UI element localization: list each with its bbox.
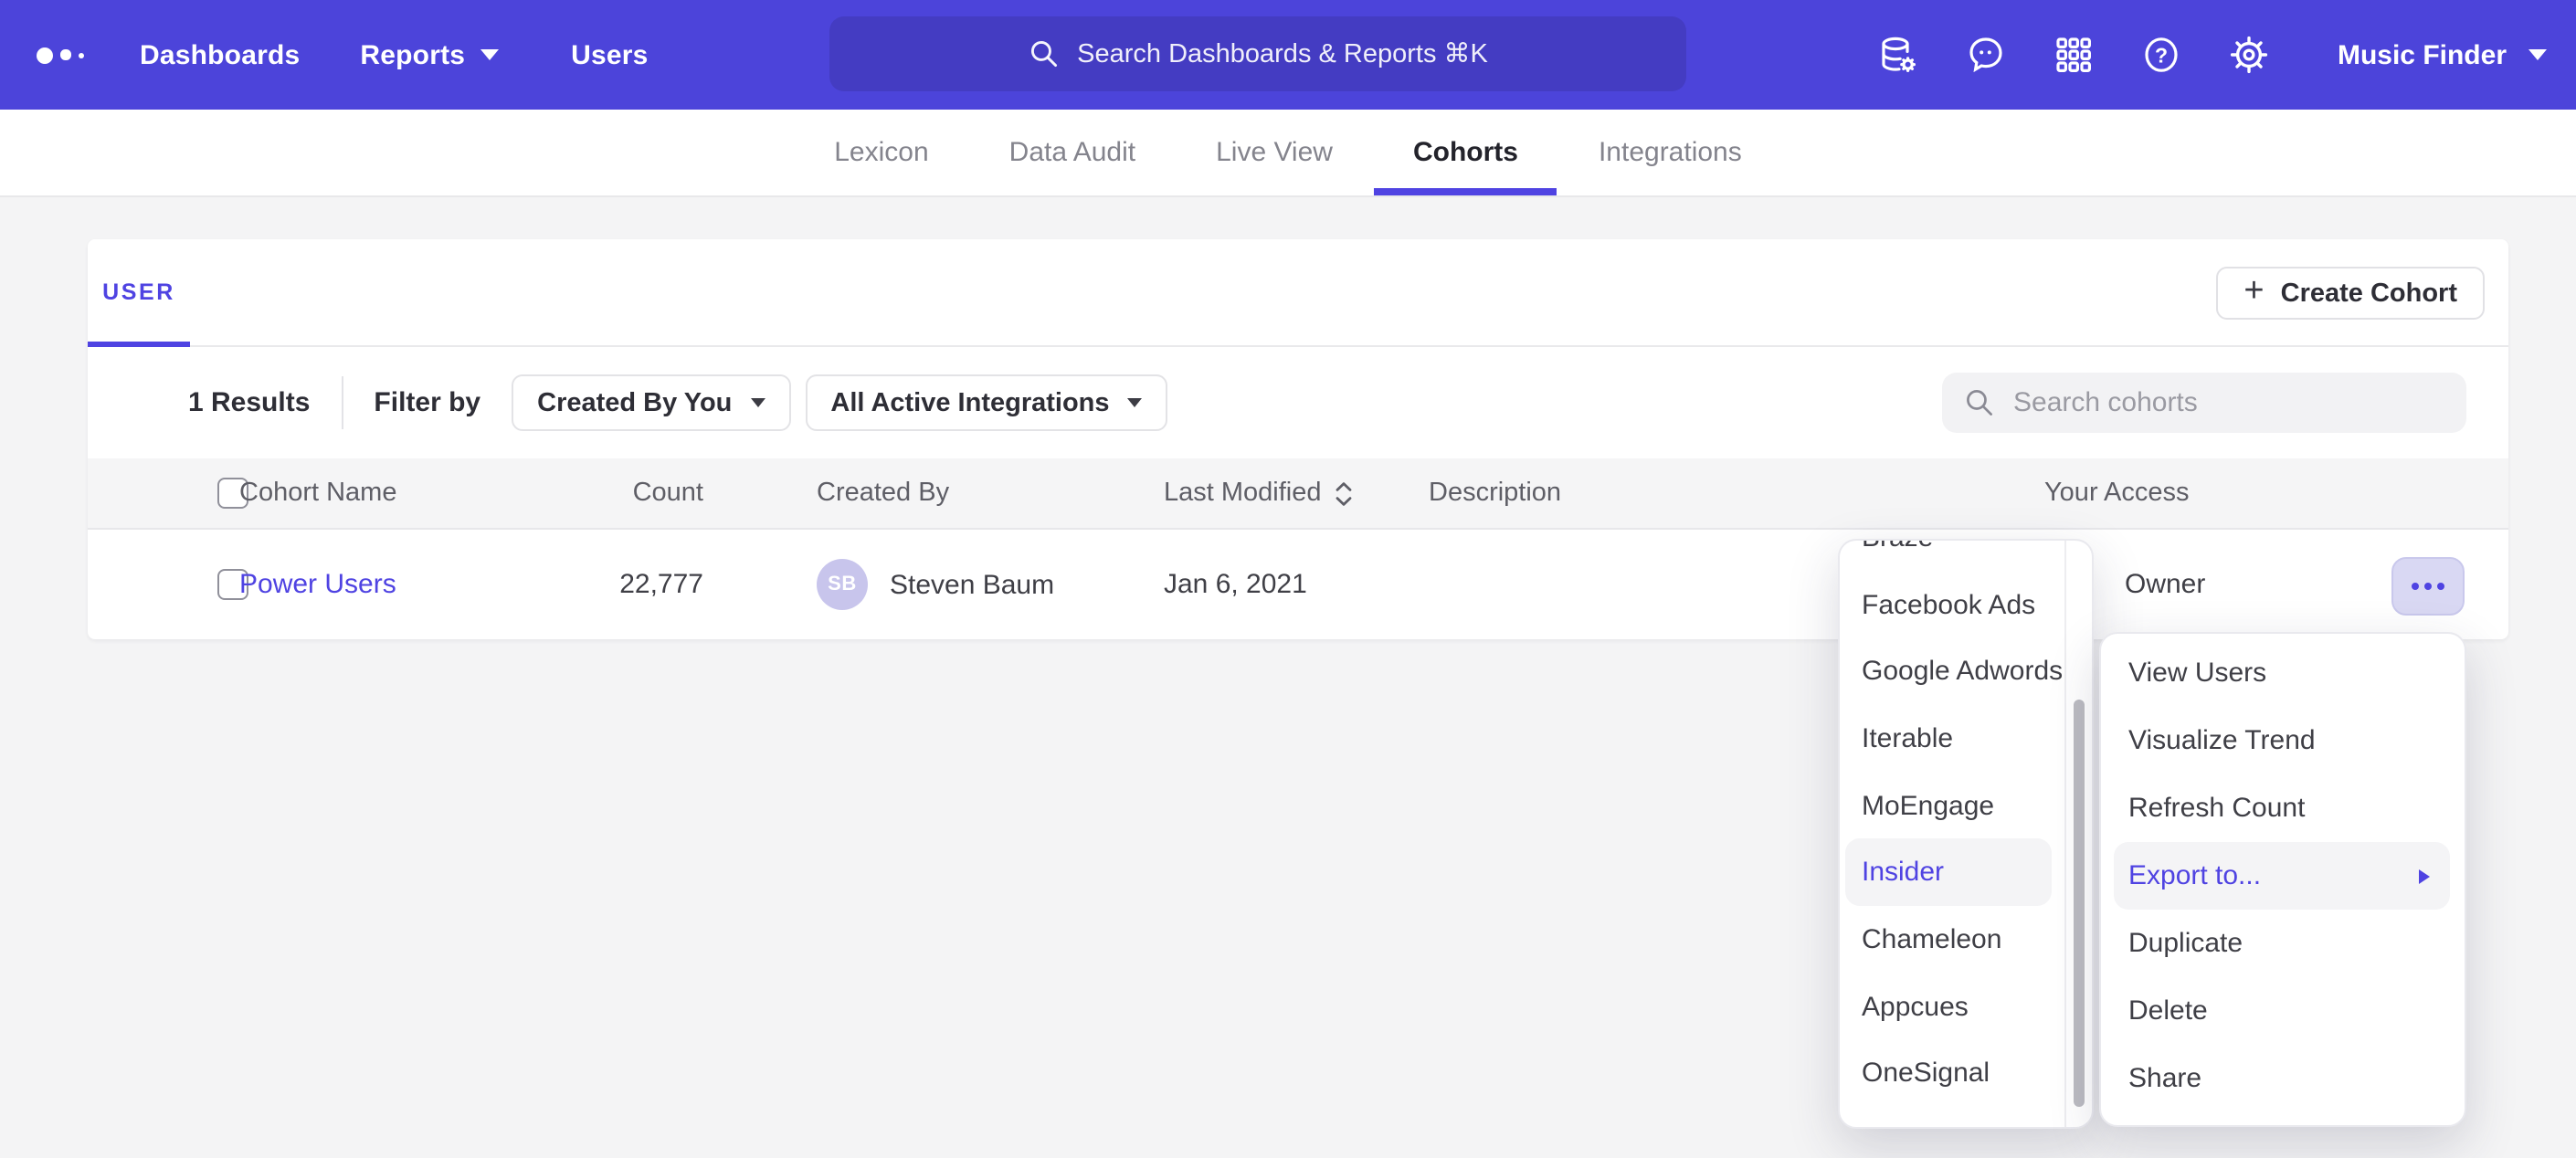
menu-item-appcues[interactable]: Appcues bbox=[1840, 974, 2092, 1040]
nav-item-reports[interactable]: Reports bbox=[360, 39, 498, 70]
menu-item-share[interactable]: Share bbox=[2101, 1045, 2465, 1112]
menu-item-google-adwords[interactable]: Google Adwords bbox=[1840, 638, 2092, 705]
mixpanel-logo-icon[interactable] bbox=[37, 47, 83, 63]
global-search-input[interactable]: Search Dashboards & Reports ⌘K bbox=[829, 16, 1686, 91]
access-cell: Owner bbox=[2125, 569, 2205, 600]
chevron-down-icon bbox=[2528, 49, 2547, 60]
cohort-count: 22,777 bbox=[526, 569, 703, 600]
col-count: Count bbox=[526, 479, 703, 508]
svg-text:?: ? bbox=[2156, 43, 2169, 67]
tab-cohorts[interactable]: Cohorts bbox=[1375, 110, 1557, 195]
menu-item-delete[interactable]: Delete bbox=[2101, 977, 2465, 1045]
cohort-name-link[interactable]: Power Users bbox=[239, 569, 396, 600]
col-description: Description bbox=[1429, 479, 1561, 508]
data-settings-icon[interactable] bbox=[1877, 33, 1921, 77]
row-actions-menu: View Users Visualize Trend Refresh Count… bbox=[2099, 632, 2466, 1127]
dot-icon bbox=[2437, 582, 2444, 589]
cohort-type-bar: USER + Create Cohort bbox=[88, 239, 2508, 347]
last-modified-cell: Jan 6, 2021 bbox=[1164, 569, 1307, 600]
col-cohort-name: Cohort Name bbox=[239, 479, 396, 508]
cohort-search-placeholder: Search cohorts bbox=[2013, 387, 2198, 418]
apps-grid-icon[interactable] bbox=[2053, 33, 2096, 77]
global-search-placeholder: Search Dashboards & Reports ⌘K bbox=[1077, 39, 1488, 68]
plus-icon: + bbox=[2243, 274, 2264, 309]
nav-right-cluster: ? Music Finder bbox=[1833, 33, 2547, 77]
nav-item-users[interactable]: Users bbox=[571, 39, 648, 70]
table-header: Cohort Name Count Created By Last Modifi… bbox=[88, 458, 2508, 530]
menu-item-duplicate[interactable]: Duplicate bbox=[2101, 910, 2465, 977]
menu-item-chameleon[interactable]: Chameleon bbox=[1840, 906, 2092, 973]
settings-gear-icon[interactable] bbox=[2228, 33, 2272, 77]
submenu-arrow-icon bbox=[2419, 868, 2430, 883]
feedback-icon[interactable] bbox=[1965, 33, 2009, 77]
menu-item-refresh-count[interactable]: Refresh Count bbox=[2101, 774, 2465, 842]
chevron-down-icon bbox=[750, 398, 765, 407]
cohorts-toolbar: 1 Results Filter by Created By You All A… bbox=[88, 347, 2508, 458]
col-created-by: Created By bbox=[817, 479, 949, 508]
col-last-modified[interactable]: Last Modified bbox=[1164, 479, 1355, 508]
help-icon[interactable]: ? bbox=[2140, 33, 2184, 77]
project-selector[interactable]: Music Finder bbox=[2338, 39, 2547, 70]
nav-item-dashboards[interactable]: Dashboards bbox=[140, 39, 300, 70]
search-icon bbox=[1964, 387, 1995, 418]
scrollbar-thumb[interactable] bbox=[2074, 700, 2085, 1107]
search-icon bbox=[1028, 38, 1059, 69]
cohorts-card: USER + Create Cohort 1 Results Filter by… bbox=[88, 239, 2508, 639]
row-actions-button[interactable] bbox=[2391, 556, 2465, 615]
menu-item-onesignal[interactable]: OneSignal bbox=[1840, 1040, 2092, 1107]
col-your-access: Your Access bbox=[2044, 479, 2190, 508]
avatar: SB bbox=[817, 559, 868, 610]
app-window: Dashboards Reports Users Search Dashboar… bbox=[0, 0, 2576, 1158]
menu-item-visualize-trend[interactable]: Visualize Trend bbox=[2101, 707, 2465, 774]
integrations-filter-dropdown[interactable]: All Active Integrations bbox=[805, 374, 1167, 431]
tab-data-audit[interactable]: Data Audit bbox=[971, 110, 1174, 195]
create-cohort-button[interactable]: + Create Cohort bbox=[2216, 267, 2485, 320]
divider bbox=[341, 376, 343, 429]
creator-name: Steven Baum bbox=[890, 569, 1054, 600]
created-by-cell: SB Steven Baum bbox=[817, 559, 1054, 610]
created-by-filter-dropdown[interactable]: Created By You bbox=[512, 374, 790, 431]
top-nav: Dashboards Reports Users Search Dashboar… bbox=[0, 0, 2576, 110]
chevron-down-icon bbox=[1128, 398, 1143, 407]
cohort-search-input[interactable]: Search cohorts bbox=[1942, 373, 2466, 433]
tab-integrations[interactable]: Integrations bbox=[1560, 110, 1780, 195]
dot-icon bbox=[2424, 582, 2432, 589]
export-integrations-menu: Braze Facebook Ads Google Adwords Iterab… bbox=[1838, 539, 2094, 1129]
section-tabs: Lexicon Data Audit Live View Cohorts Int… bbox=[0, 110, 2576, 197]
filter-by-label: Filter by bbox=[374, 387, 480, 418]
results-count: 1 Results bbox=[188, 387, 310, 418]
sort-icon[interactable] bbox=[1335, 479, 1355, 507]
tab-lexicon[interactable]: Lexicon bbox=[796, 110, 966, 195]
menu-item-view-users[interactable]: View Users bbox=[2101, 639, 2465, 707]
dot-icon bbox=[2412, 582, 2419, 589]
tab-live-view[interactable]: Live View bbox=[1177, 110, 1371, 195]
table-row: Power Users 22,777 SB Steven Baum Jan 6,… bbox=[88, 530, 2508, 639]
tab-user-cohorts[interactable]: USER bbox=[88, 239, 190, 345]
menu-item-facebook-ads[interactable]: Facebook Ads bbox=[1840, 571, 2092, 637]
menu-item-moengage[interactable]: MoEngage bbox=[1840, 773, 2092, 839]
menu-item-iterable[interactable]: Iterable bbox=[1840, 705, 2092, 772]
menu-item-braze[interactable]: Braze bbox=[1840, 539, 2092, 571]
menu-item-export-to[interactable]: Export to... bbox=[2114, 842, 2450, 910]
chevron-down-icon bbox=[480, 49, 498, 60]
scrollbar-track bbox=[2064, 541, 2066, 1127]
menu-item-insider[interactable]: Insider bbox=[1845, 839, 2052, 906]
